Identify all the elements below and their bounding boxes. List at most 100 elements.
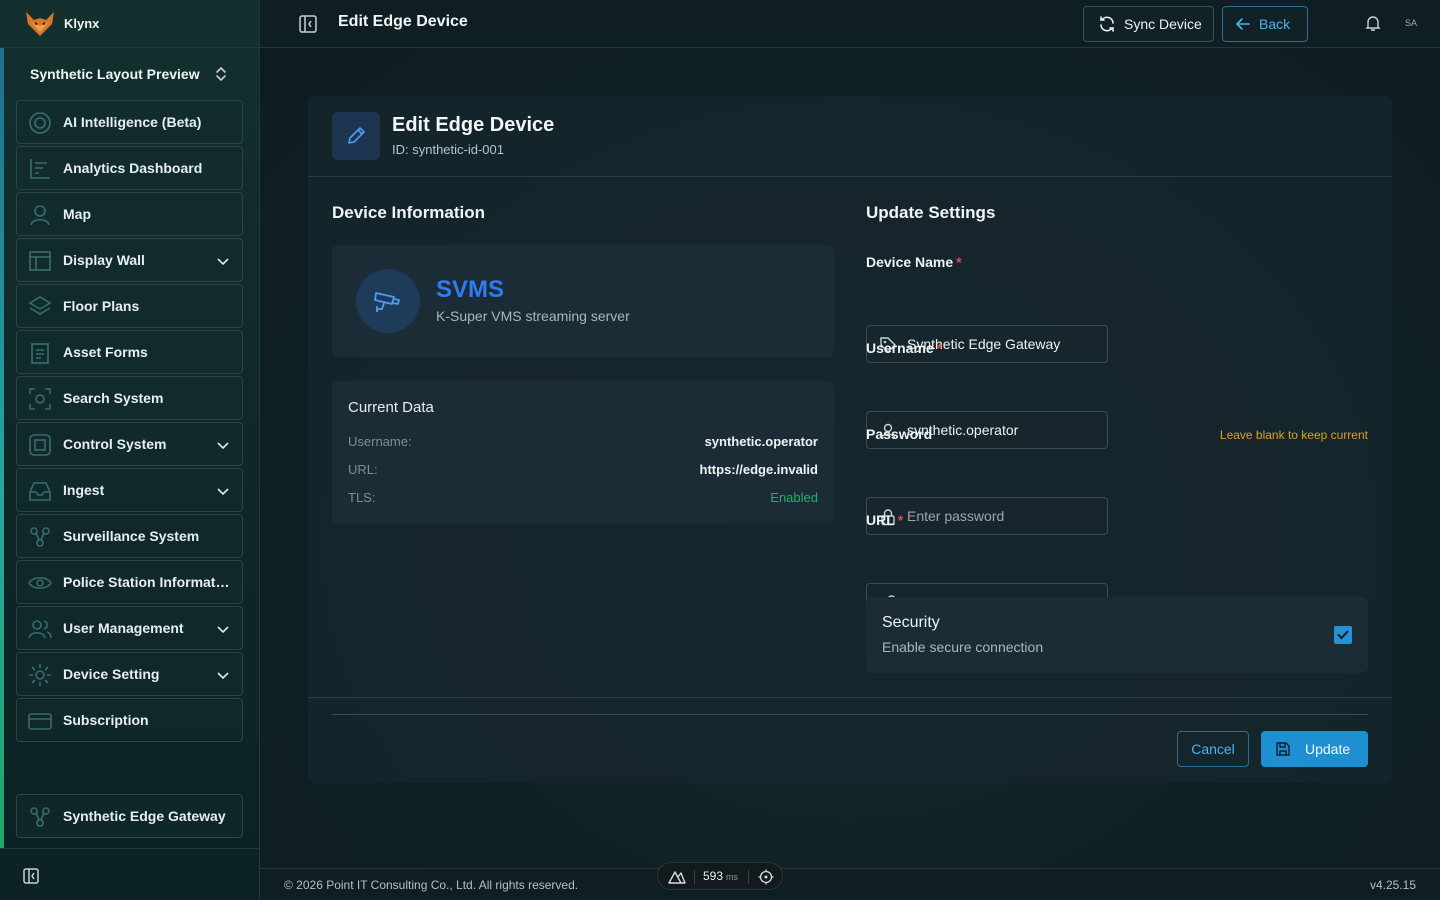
security-title: Security — [882, 614, 940, 631]
render-time-unit: ms — [726, 872, 739, 882]
render-time: 593 ms — [703, 869, 738, 883]
required-marker: * — [956, 254, 962, 270]
control-icon — [29, 434, 51, 456]
app-version: v4.25.15 — [1369, 878, 1416, 892]
display-icon — [29, 251, 51, 271]
crosshair-icon[interactable] — [757, 869, 775, 885]
sidebar-item-device-setting[interactable]: Device Setting — [16, 652, 243, 696]
sidebar-item-label: Subscription — [63, 712, 149, 728]
gateway-label: Synthetic Edge Gateway — [63, 808, 226, 824]
url-label-text: URL — [866, 512, 895, 528]
users-icon — [28, 620, 52, 639]
scan-icon — [29, 388, 51, 410]
current-data-title: Current Data — [348, 399, 434, 416]
sidebar-item-analytics-dashboard[interactable]: Analytics Dashboard — [16, 146, 243, 190]
update-button[interactable]: Update — [1261, 731, 1368, 767]
avatar[interactable]: SA — [1400, 12, 1422, 34]
current-username-value: synthetic.operator — [704, 434, 818, 449]
card-header: Edit Edge Device ID: synthetic-id-001 — [308, 96, 1392, 177]
sidebar-collapse-icon[interactable] — [22, 867, 40, 885]
sidebar-toggle-icon[interactable] — [298, 14, 318, 34]
edit-device-card: Edit Edge Device ID: synthetic-id-001 De… — [308, 96, 1392, 783]
sync-device-button[interactable]: Sync Device — [1083, 6, 1214, 42]
sidebar-item-label: Device Setting — [63, 666, 160, 682]
sidebar-item-label: Search System — [63, 390, 164, 406]
sidebar-item-subscription[interactable]: Subscription — [16, 698, 243, 742]
nuxt-mountain-icon — [668, 871, 686, 884]
device-avatar — [356, 269, 420, 333]
render-time-value: 593 — [703, 869, 724, 883]
device-name-label-text: Device Name — [866, 254, 954, 270]
update-settings-title: Update Settings — [866, 203, 996, 222]
cancel-button[interactable]: Cancel — [1177, 731, 1249, 767]
sidebar-item-user-management[interactable]: User Management — [16, 606, 243, 650]
sidebar-accent-bar — [0, 48, 4, 848]
sidebar-item-asset-forms[interactable]: Asset Forms — [16, 330, 243, 374]
sync-device-label: Sync Device — [1124, 16, 1202, 32]
sidebar-item-label: Display Wall — [63, 252, 145, 268]
sidebar-item-control-system[interactable]: Control System — [16, 422, 243, 466]
cctv-camera-icon — [374, 292, 400, 312]
current-url-key: URL: — [348, 462, 378, 477]
sidebar-item-label: Asset Forms — [63, 344, 148, 360]
top-header: Edit Edge Device Sync Device Back SA — [260, 0, 1440, 48]
sidebar-item-label: Analytics Dashboard — [63, 160, 203, 176]
org-switcher[interactable]: Synthetic Layout Preview — [16, 56, 242, 92]
update-label: Update — [1305, 741, 1351, 757]
required-marker: * — [936, 340, 943, 356]
sidebar-item-label: AI Intelligence (Beta) — [63, 114, 202, 130]
username-input[interactable] — [907, 422, 1097, 438]
password-input[interactable] — [907, 508, 1097, 524]
gateway-selector[interactable]: Synthetic Edge Gateway — [16, 794, 243, 838]
org-name: Synthetic Layout Preview — [30, 66, 200, 82]
divider — [332, 714, 1368, 715]
password-label: Password — [866, 426, 933, 442]
sidebar-item-surveillance-system[interactable]: Surveillance System — [16, 514, 243, 558]
current-username-row: Username: synthetic.operator — [348, 434, 818, 449]
security-checkbox[interactable] — [1334, 626, 1352, 644]
current-tls-value: Enabled — [770, 490, 818, 505]
device-summary: SVMS K-Super VMS streaming server — [332, 245, 834, 357]
performance-widget[interactable]: 593 ms — [657, 862, 783, 890]
chevron-down-icon — [217, 258, 229, 266]
security-description: Enable secure connection — [882, 639, 1044, 655]
url-label: URL * — [866, 512, 903, 528]
sidebar: Klynx Synthetic Layout Preview AI Intell… — [0, 0, 260, 900]
brand[interactable]: Klynx — [0, 0, 259, 48]
sidebar-item-label: Floor Plans — [63, 298, 140, 314]
sidebar-item-police-station[interactable]: Police Station Informati... — [16, 560, 243, 604]
sidebar-item-label: Police Station Informati... — [63, 574, 231, 590]
card-title: Edit Edge Device — [392, 114, 555, 136]
check-icon — [1337, 630, 1349, 640]
chevron-down-icon — [217, 442, 229, 450]
layers-icon — [28, 296, 52, 315]
divider — [694, 870, 695, 884]
bell-icon[interactable] — [1364, 14, 1382, 32]
chevron-down-icon — [217, 626, 229, 634]
main-content: Edit Edge Device ID: synthetic-id-001 De… — [260, 48, 1440, 868]
current-tls-key: TLS: — [348, 490, 376, 505]
sidebar-item-map[interactable]: Map — [16, 192, 243, 236]
sidebar-footer — [0, 848, 259, 900]
copyright: © 2026 Point IT Consulting Co., Ltd. All… — [284, 878, 579, 892]
sidebar-nav: AI Intelligence (Beta) Analytics Dashboa… — [16, 100, 243, 744]
pencil-icon — [348, 127, 365, 144]
sidebar-item-floor-plans[interactable]: Floor Plans — [16, 284, 243, 328]
current-tls-row: TLS: Enabled — [348, 490, 818, 505]
edit-badge — [332, 112, 380, 160]
clipboard-icon — [31, 343, 49, 364]
password-hint: Leave blank to keep current — [1219, 428, 1368, 442]
security-panel: Security Enable secure connection — [866, 597, 1368, 673]
network-icon — [30, 527, 50, 547]
sidebar-item-ai-intelligence[interactable]: AI Intelligence (Beta) — [16, 100, 243, 144]
sidebar-item-ingest[interactable]: Ingest — [16, 468, 243, 512]
username-label-text: Username — [866, 340, 934, 356]
sidebar-item-display-wall[interactable]: Display Wall — [16, 238, 243, 282]
sidebar-item-search-system[interactable]: Search System — [16, 376, 243, 420]
chevron-down-icon — [217, 488, 229, 496]
sidebar-item-label: Ingest — [63, 482, 105, 498]
card-icon — [28, 713, 52, 730]
page-footer: © 2026 Point IT Consulting Co., Ltd. All… — [260, 868, 1440, 900]
device-information-title: Device Information — [332, 203, 486, 222]
back-button[interactable]: Back — [1222, 6, 1308, 42]
